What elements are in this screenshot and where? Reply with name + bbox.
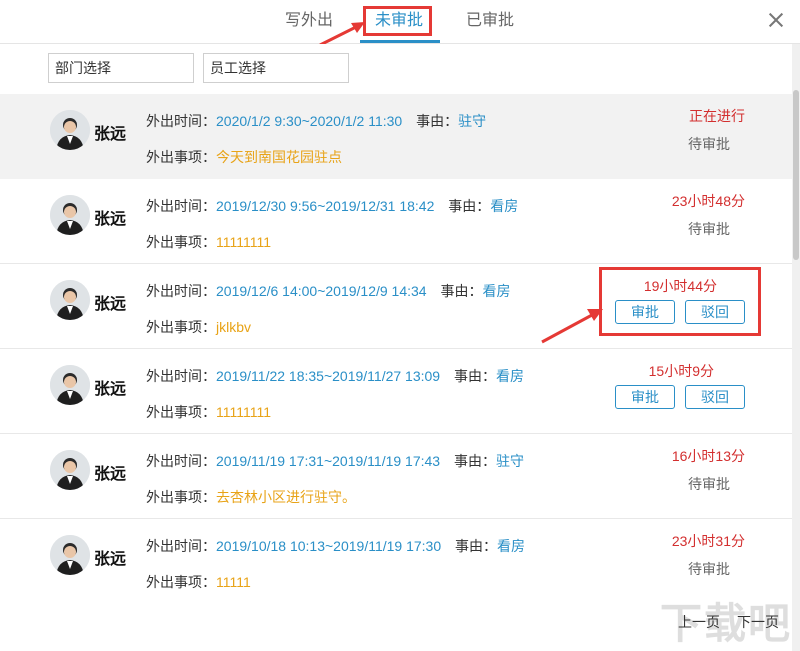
avatar <box>50 195 90 235</box>
list-item[interactable]: 张远 外出时间：2019/11/19 17:31~2019/11/19 17:4… <box>0 434 800 519</box>
status-text: 16小时13分 <box>671 448 745 464</box>
time-value: 2020/1/2 9:30~2020/1/2 11:30 <box>216 113 403 129</box>
time-value: 2019/10/18 10:13~2019/11/19 17:30 <box>216 538 442 554</box>
avatar <box>50 535 90 575</box>
matter-label: 外出事项： <box>146 319 216 335</box>
time-label: 外出时间： <box>146 538 216 554</box>
reason-value: 看房 <box>482 283 511 299</box>
time-value: 2019/11/19 17:31~2019/11/19 17:43 <box>216 453 441 469</box>
employee-name: 张远 <box>94 381 127 398</box>
time-label: 外出时间： <box>146 283 216 299</box>
employee-select[interactable]: 员工选择 <box>203 53 349 83</box>
matter-value: 今天到南国花园驻点 <box>216 149 342 165</box>
reason-value: 看房 <box>497 538 526 554</box>
status-text: 15小时9分 <box>648 363 714 379</box>
list-scrollbar[interactable] <box>792 44 800 651</box>
time-label: 外出时间： <box>146 198 216 214</box>
employee-name: 张远 <box>94 466 127 483</box>
list-item[interactable]: 张远 外出时间：2019/11/22 18:35~2019/11/27 13:0… <box>0 349 800 434</box>
department-select[interactable]: 部门选择 <box>48 53 194 83</box>
employee-name: 张远 <box>94 126 127 143</box>
time-value: 2019/12/6 14:00~2019/12/9 14:34 <box>216 283 427 299</box>
employee-name: 张远 <box>94 211 127 228</box>
reason-value: 看房 <box>490 198 519 214</box>
avatar <box>50 280 90 320</box>
status-text: 正在进行 <box>689 108 745 124</box>
arrow-to-item-icon <box>541 309 603 344</box>
tab-highlight-box <box>363 6 432 36</box>
list-item[interactable]: 张远 外出时间：2020/1/2 9:30~2020/1/2 11:30 事由：… <box>0 94 800 179</box>
reason-value: 驻守 <box>458 113 487 129</box>
outing-matter-line: 外出事项：11111111 <box>146 232 271 252</box>
matter-value: jklkbv <box>216 319 252 335</box>
pending-label: 待审批 <box>688 221 730 237</box>
reason-label: 事由： <box>448 198 491 214</box>
time-label: 外出时间： <box>146 368 216 384</box>
status-text: 23小时31分 <box>671 533 745 549</box>
outing-time-line: 外出时间：2020/1/2 9:30~2020/1/2 11:30 事由：驻守 <box>146 111 486 131</box>
reason-label: 事由： <box>416 113 459 129</box>
outing-matter-line: 外出事项：今天到南国花园驻点 <box>146 147 342 167</box>
avatar <box>50 110 90 150</box>
reason-label: 事由： <box>453 368 496 384</box>
matter-value: 去杏林小区进行驻守。 <box>216 489 356 505</box>
matter-label: 外出事项： <box>146 404 216 420</box>
matter-value: 11111 <box>216 574 251 590</box>
list-item[interactable]: 张远 外出时间：2019/12/30 9:56~2019/12/31 18:42… <box>0 179 800 264</box>
pending-label: 待审批 <box>688 561 730 577</box>
next-page-link[interactable]: 下一页 <box>737 612 779 632</box>
status-text: 23小时48分 <box>671 193 745 209</box>
outing-time-line: 外出时间：2019/10/18 10:13~2019/11/19 17:30 事… <box>146 536 525 556</box>
outing-matter-line: 外出事项：11111111 <box>146 402 271 422</box>
close-icon[interactable] <box>766 10 786 30</box>
reason-label: 事由： <box>440 283 483 299</box>
reason-value: 驻守 <box>495 453 524 469</box>
approve-button[interactable]: 审批 <box>615 385 675 409</box>
pending-label: 待审批 <box>688 136 730 152</box>
outing-matter-line: 外出事项：jklkbv <box>146 317 251 337</box>
time-value: 2019/11/22 18:35~2019/11/27 13:09 <box>216 368 441 384</box>
employee-name: 张远 <box>94 296 127 313</box>
matter-label: 外出事项： <box>146 489 216 505</box>
prev-page-link[interactable]: 上一页 <box>678 612 720 632</box>
outing-matter-line: 外出事项：去杏林小区进行驻守。 <box>146 487 356 507</box>
time-label: 外出时间： <box>146 113 216 129</box>
scrollbar-thumb[interactable] <box>793 90 799 260</box>
employee-name: 张远 <box>94 551 127 568</box>
matter-value: 11111111 <box>216 404 272 420</box>
outing-list: 张远 外出时间：2020/1/2 9:30~2020/1/2 11:30 事由：… <box>0 94 800 604</box>
time-label: 外出时间： <box>146 453 216 469</box>
reason-label: 事由： <box>453 453 496 469</box>
tab-approved[interactable]: 已审批 <box>466 9 514 33</box>
outing-time-line: 外出时间：2019/11/22 18:35~2019/11/27 13:09 事… <box>146 366 524 386</box>
active-tab-indicator <box>360 40 440 43</box>
outing-time-line: 外出时间：2019/12/30 9:56~2019/12/31 18:42 事由… <box>146 196 518 216</box>
matter-label: 外出事项： <box>146 574 216 590</box>
outing-time-line: 外出时间：2019/12/6 14:00~2019/12/9 14:34 事由：… <box>146 281 510 301</box>
reason-label: 事由： <box>455 538 498 554</box>
reason-value: 看房 <box>495 368 524 384</box>
reject-button[interactable]: 驳回 <box>685 385 745 409</box>
matter-value: 11111111 <box>216 234 272 250</box>
pending-label: 待审批 <box>688 476 730 492</box>
outing-matter-line: 外出事项：11111 <box>146 572 251 592</box>
matter-label: 外出事项： <box>146 234 216 250</box>
filter-bar: 部门选择 员工选择 <box>0 44 800 94</box>
avatar <box>50 450 90 490</box>
avatar <box>50 365 90 405</box>
matter-label: 外出事项： <box>146 149 216 165</box>
time-value: 2019/12/30 9:56~2019/12/31 18:42 <box>216 198 435 214</box>
item-highlight-box <box>599 267 761 336</box>
outing-time-line: 外出时间：2019/11/19 17:31~2019/11/19 17:43 事… <box>146 451 524 471</box>
